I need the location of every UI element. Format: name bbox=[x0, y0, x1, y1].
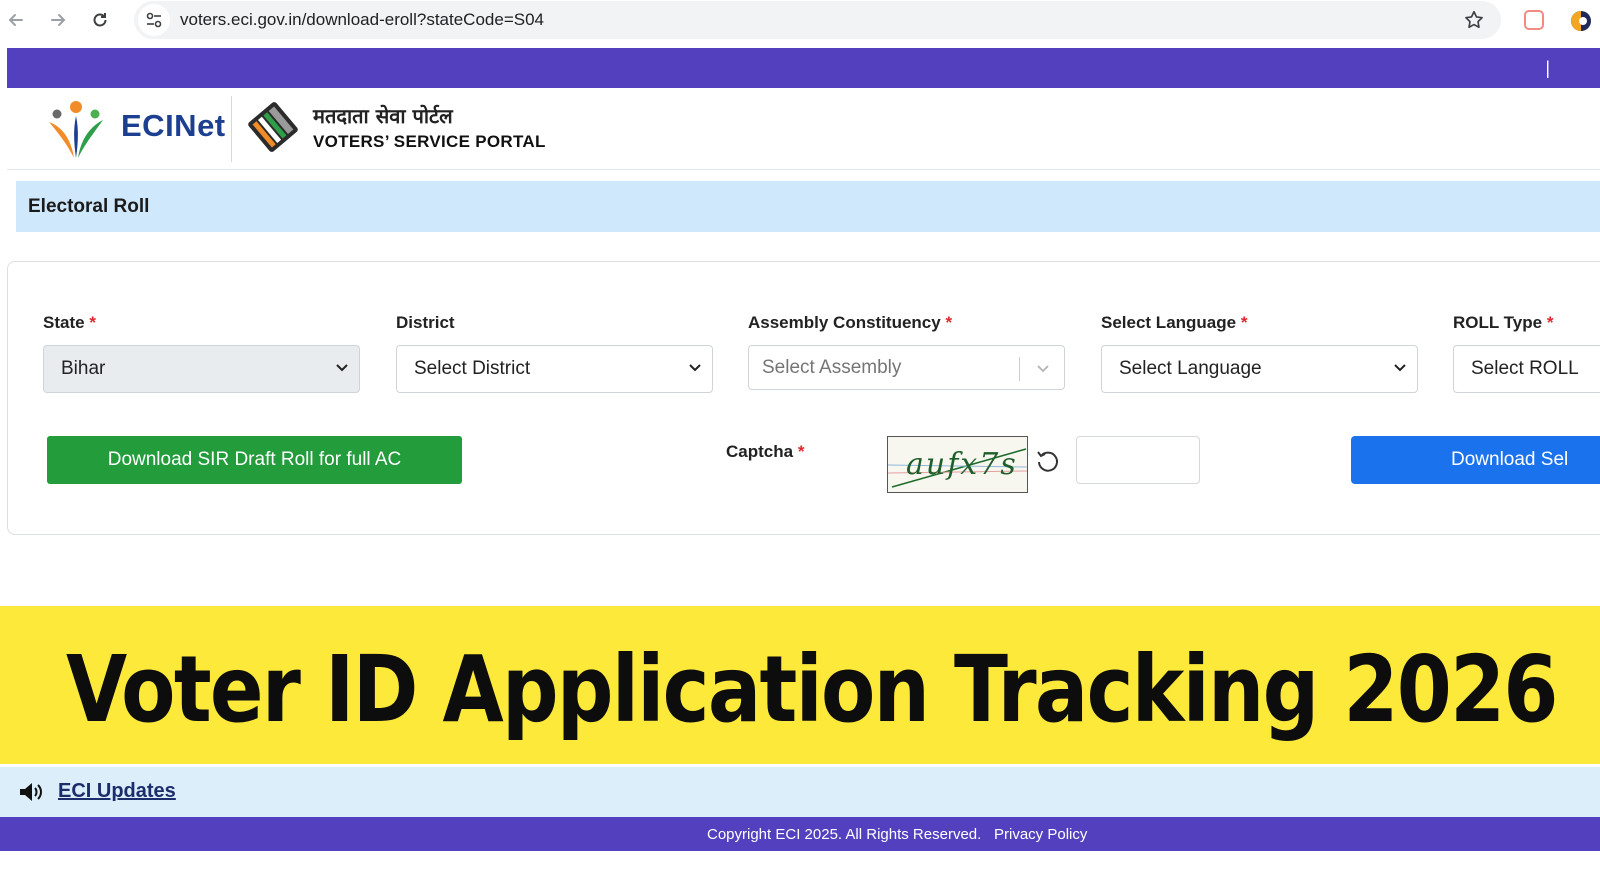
required-asterisk: * bbox=[1546, 313, 1554, 332]
assembly-label: Assembly Constituency * bbox=[748, 313, 952, 333]
top-nav-band: | bbox=[7, 48, 1600, 88]
language-label: Select Language * bbox=[1101, 313, 1247, 333]
captcha-label-text: Captcha bbox=[726, 442, 794, 461]
chevron-down-icon bbox=[689, 364, 701, 372]
eci-ballot-logo-icon bbox=[248, 102, 298, 152]
banner-headline: Voter ID Application Tracking 2026 bbox=[66, 636, 1558, 743]
district-label: District bbox=[396, 313, 455, 333]
ecinet-brand[interactable]: ECINet bbox=[121, 108, 226, 144]
state-select-value: Bihar bbox=[61, 358, 106, 379]
electoral-roll-form bbox=[7, 261, 1600, 535]
url-text[interactable]: voters.eci.gov.in/download-eroll?stateCo… bbox=[180, 10, 544, 30]
speaker-icon bbox=[20, 783, 42, 801]
captcha-label: Captcha * bbox=[726, 442, 804, 462]
assembly-select[interactable]: Select Assembly bbox=[748, 345, 1065, 390]
state-label: State * bbox=[43, 313, 96, 333]
header-divider bbox=[231, 96, 232, 162]
section-title: Electoral Roll bbox=[28, 196, 150, 217]
updates-bar: ECI Updates bbox=[0, 767, 1600, 817]
required-asterisk: * bbox=[945, 313, 953, 332]
download-selected-button[interactable]: Download Sel bbox=[1351, 436, 1600, 484]
captcha-text: aufx7s bbox=[906, 447, 1018, 482]
tune-icon bbox=[146, 12, 162, 28]
download-selected-label: Download Sel bbox=[1451, 449, 1569, 470]
bookmark-star-icon[interactable] bbox=[1463, 9, 1485, 31]
browser-toolbar: voters.eci.gov.in/download-eroll?stateCo… bbox=[0, 0, 1600, 42]
forward-button[interactable] bbox=[38, 0, 78, 40]
copyright-text: Copyright ECI 2025. All Rights Reserved. bbox=[707, 826, 982, 843]
district-select[interactable]: Select District bbox=[396, 345, 713, 393]
eci-updates-link[interactable]: ECI Updates bbox=[58, 780, 176, 803]
address-bar[interactable]: voters.eci.gov.in/download-eroll?stateCo… bbox=[134, 1, 1501, 39]
state-select[interactable]: Bihar bbox=[43, 345, 360, 393]
roll-type-select[interactable]: Select ROLL bbox=[1453, 345, 1600, 393]
chevron-down-icon bbox=[336, 364, 348, 372]
language-label-text: Select Language bbox=[1101, 313, 1237, 332]
download-full-ac-label: Download SIR Draft Roll for full AC bbox=[107, 449, 402, 470]
portal-title-hindi: मतदाता सेवा पोर्टल bbox=[313, 104, 453, 128]
site-footer: Copyright ECI 2025. All Rights Reserved.… bbox=[0, 817, 1600, 851]
state-label-text: State bbox=[43, 313, 85, 332]
select-indicator-separator bbox=[1019, 357, 1020, 381]
required-asterisk: * bbox=[797, 442, 805, 461]
back-button[interactable] bbox=[0, 0, 36, 40]
extension-icon[interactable] bbox=[1524, 10, 1544, 30]
site-header: ECINet मतदाता सेवा पोर्टल VOTERS’ SERVIC… bbox=[7, 88, 1600, 170]
refresh-captcha-icon[interactable] bbox=[1034, 447, 1062, 475]
captcha-input[interactable] bbox=[1076, 436, 1200, 484]
captcha-image: aufx7s bbox=[887, 436, 1028, 493]
roll-type-label-text: ROLL Type bbox=[1453, 313, 1543, 332]
required-asterisk: * bbox=[1240, 313, 1248, 332]
download-full-ac-button[interactable]: Download SIR Draft Roll for full AC bbox=[47, 436, 462, 484]
assembly-label-text: Assembly Constituency bbox=[748, 313, 941, 332]
assembly-select-placeholder: Select Assembly bbox=[762, 356, 902, 378]
reload-icon bbox=[93, 13, 107, 27]
language-select[interactable]: Select Language bbox=[1101, 345, 1418, 393]
ecinet-logo-icon[interactable] bbox=[43, 98, 109, 160]
arrow-right-icon bbox=[51, 14, 66, 26]
district-label-text: District bbox=[396, 313, 455, 332]
chevron-down-icon bbox=[1394, 364, 1406, 372]
profile-icon[interactable] bbox=[1570, 10, 1592, 32]
chevron-down-icon bbox=[1037, 365, 1049, 373]
district-select-value: Select District bbox=[414, 358, 531, 379]
required-asterisk: * bbox=[89, 313, 96, 332]
roll-type-label: ROLL Type * bbox=[1453, 313, 1553, 333]
roll-type-select-value: Select ROLL bbox=[1471, 358, 1579, 379]
reload-button[interactable] bbox=[80, 0, 120, 40]
headline-banner: Voter ID Application Tracking 2026 bbox=[0, 606, 1600, 764]
nav-separator: | bbox=[1545, 58, 1550, 78]
portal-title: VOTERS’ SERVICE PORTAL bbox=[313, 132, 546, 151]
section-header: Electoral Roll bbox=[16, 181, 1600, 232]
arrow-left-icon bbox=[8, 14, 23, 26]
site-info-button[interactable] bbox=[138, 4, 170, 36]
privacy-policy-link[interactable]: Privacy Policy bbox=[994, 826, 1087, 843]
language-select-value: Select Language bbox=[1119, 358, 1262, 379]
